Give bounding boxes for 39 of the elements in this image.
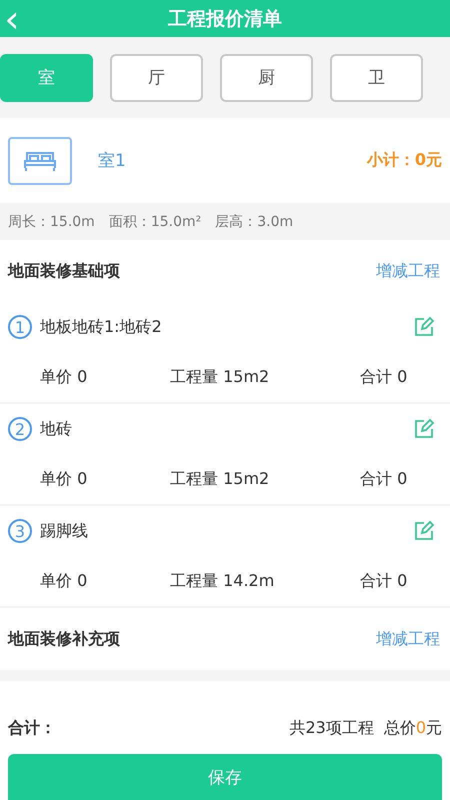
item-number: 3 <box>8 519 32 543</box>
unit-price: 单价 0 <box>40 570 88 592</box>
add-remove-link[interactable]: 增减工程 <box>376 628 440 650</box>
item-number: 2 <box>8 417 32 441</box>
room-tab[interactable]: 室 <box>0 54 93 102</box>
total-label: 合计： <box>8 718 56 738</box>
item-name: 地板地砖1:地砖2 <box>40 316 162 338</box>
back-button[interactable]: ‹ <box>0 0 24 37</box>
unit-price: 单价 0 <box>40 468 88 490</box>
edit-icon[interactable] <box>414 419 434 439</box>
edit-icon[interactable] <box>414 317 434 337</box>
room-type-button[interactable] <box>8 136 72 184</box>
subtotal: 小计：0元 <box>366 150 442 171</box>
item-name: 地砖 <box>40 418 72 440</box>
item-number: 1 <box>8 315 32 339</box>
edit-icon[interactable] <box>414 521 434 541</box>
dimension-text: 面积：15.0m² <box>108 212 202 230</box>
dimension-text: 层高：3.0m <box>215 212 294 230</box>
project-count: 共23项工程 <box>289 718 374 738</box>
quantity: 工程量 14.2m <box>170 570 276 592</box>
item-total: 合计 0 <box>360 468 408 490</box>
room-tab[interactable]: 厅 <box>110 54 203 102</box>
add-remove-link[interactable]: 增减工程 <box>376 260 440 282</box>
room-tab[interactable]: 卫 <box>330 54 423 102</box>
quantity: 工程量 15m2 <box>170 366 270 388</box>
quantity: 工程量 15m2 <box>170 468 270 490</box>
page-title: 工程报价清单 <box>168 6 282 32</box>
save-button[interactable]: 保存 <box>8 754 442 800</box>
unit-price: 单价 0 <box>40 366 88 388</box>
section-title: 地面装修基础项 <box>8 260 120 282</box>
section-title: 地面装修补充项 <box>8 628 120 650</box>
dimension-text: 周长：15.0m <box>8 212 95 230</box>
item-total: 合计 0 <box>360 366 408 388</box>
room-tab[interactable]: 厨 <box>220 54 313 102</box>
item-name: 踢脚线 <box>40 520 88 542</box>
item-total: 合计 0 <box>360 570 408 592</box>
bed-icon <box>23 150 57 172</box>
room-name: 室1 <box>98 150 126 172</box>
total-price: 总价0元 <box>384 718 442 738</box>
